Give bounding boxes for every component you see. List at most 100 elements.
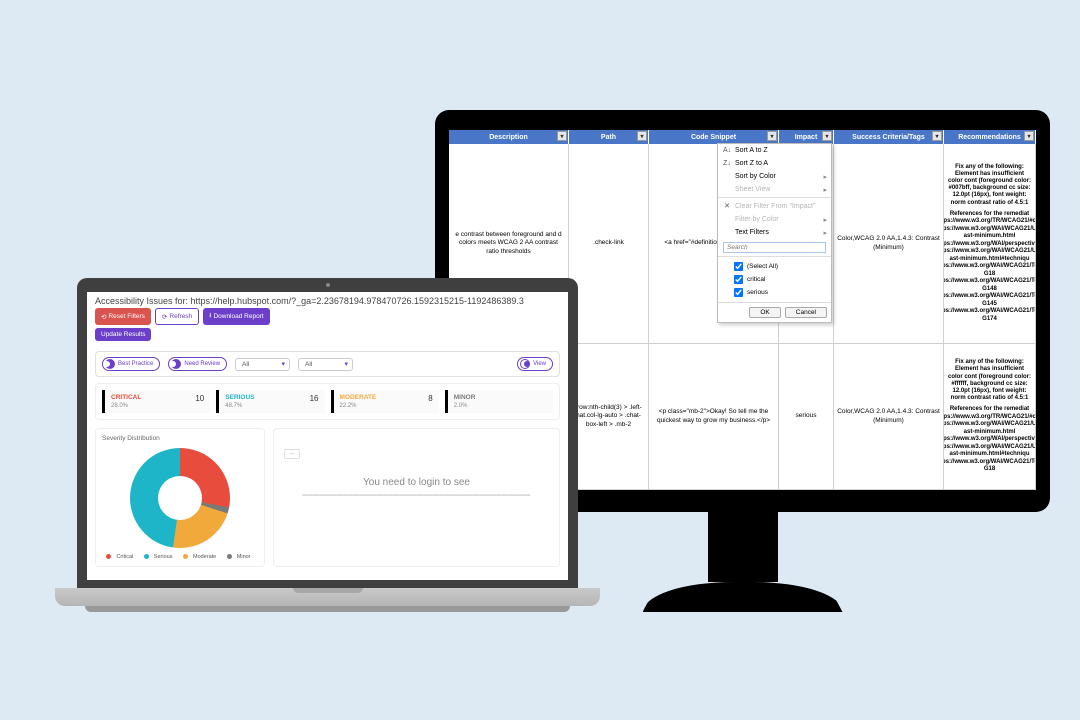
reset-icon: ⟲ [101, 313, 106, 321]
legend-critical: Critical [106, 554, 136, 560]
filter-cancel-button[interactable]: Cancel [785, 307, 827, 318]
col-header-criteria-label: Success Criteria/Tags [852, 134, 925, 141]
filter-option-critical[interactable]: critical [732, 273, 826, 286]
panel-badge: — [284, 449, 300, 459]
col-header-impact-label: Impact [795, 134, 818, 141]
cell-recommendations: Fix any of the following: Element has in… [944, 144, 1036, 343]
menu-separator [718, 197, 831, 198]
accessibility-dashboard: Accessibility Issues for: https://help.h… [87, 292, 568, 580]
laptop-foot [85, 606, 570, 612]
sort-by-color-item[interactable]: Sort by Color▸ [718, 170, 831, 183]
filter-by-color-label: Filter by Color [735, 216, 779, 223]
filter-dropdown-icon[interactable]: ▾ [822, 131, 832, 141]
cell-code: <p class="mb-2">Okay! So tell me the qui… [649, 344, 779, 489]
filter-search-row [718, 239, 831, 256]
view-toggle-label: View [533, 361, 546, 367]
filter-checkbox[interactable] [734, 288, 743, 297]
webcam-icon [326, 283, 330, 287]
sheet-view-item: Sheet View ▸ [718, 183, 831, 196]
severity-chart-panel: Severity Distribution Critical Serious M… [95, 428, 265, 567]
severity-cards: CRITICAL28.0% 10 SERIOUS48.7% 16 MODERAT… [95, 383, 560, 420]
col-header-code[interactable]: Code Snippet ▾ [649, 130, 779, 144]
best-practice-toggle[interactable]: Best Practice [102, 357, 160, 371]
sort-za-item[interactable]: Z↓Sort Z to A [718, 157, 831, 170]
card-critical[interactable]: CRITICAL28.0% 10 [102, 390, 210, 413]
col-header-recommendations-label: Recommendations [958, 134, 1021, 141]
need-review-toggle[interactable]: Need Review [168, 357, 227, 371]
refresh-label: Refresh [169, 313, 192, 320]
reset-filters-button[interactable]: ⟲Reset Filters [95, 308, 151, 325]
card-moderate[interactable]: MODERATE22.2% 8 [331, 390, 439, 413]
filter-checkbox[interactable] [734, 275, 743, 284]
refresh-icon: ⟳ [162, 313, 167, 321]
legend-moderate: Moderate [183, 554, 219, 560]
chart-title: Severity Distribution [102, 435, 258, 442]
filter-dropdown-icon[interactable]: ▾ [557, 131, 567, 141]
sheet-view-label: Sheet View [735, 186, 770, 193]
filter-dropdown-icon[interactable]: ▾ [637, 131, 647, 141]
filter-ok-button[interactable]: OK [749, 307, 780, 318]
download-label: Download Report [213, 313, 263, 320]
login-message: You need to login to see [284, 477, 549, 488]
col-header-criteria[interactable]: Success Criteria/Tags ▾ [834, 130, 944, 144]
submenu-arrow-icon: ▸ [823, 186, 827, 194]
laptop-bezel: Accessibility Issues for: https://help.h… [77, 278, 578, 588]
rec-main-text: Fix any of the following: Element has in… [947, 164, 1032, 207]
card-critical-label: CRITICAL [111, 394, 141, 401]
card-moderate-count: 8 [428, 394, 432, 403]
col-header-code-label: Code Snippet [691, 134, 736, 141]
filter-select-2[interactable]: All [298, 358, 353, 371]
refresh-button[interactable]: ⟳Refresh [155, 308, 199, 325]
login-required-panel: — You need to login to see ▬▬▬▬▬▬▬▬▬▬▬▬▬… [273, 428, 560, 567]
col-header-description[interactable]: Description ▾ [449, 130, 569, 144]
toggle-icon [520, 359, 530, 369]
clear-filter-item: ✕ Clear Filter From "Impact" [718, 199, 831, 213]
clear-filter-icon: ✕ [723, 202, 731, 210]
col-header-impact[interactable]: Impact ▾ [779, 130, 834, 144]
cell-criteria: Color,WCAG 2.0 AA,1.4.3: Contrast (Minim… [834, 344, 944, 489]
legend-dot-icon [144, 554, 149, 559]
filter-value-list: (Select All) critical serious [718, 256, 831, 302]
submenu-arrow-icon: ▸ [823, 173, 827, 181]
view-toggle[interactable]: View [517, 357, 553, 371]
toggle-icon [105, 359, 115, 369]
filter-option-serious[interactable]: serious [732, 286, 826, 299]
clear-filter-label: Clear Filter From "Impact" [735, 203, 815, 210]
column-filter-menu: A↓Sort A to Z Z↓Sort Z to A Sort by Colo… [717, 143, 832, 323]
lower-panels: Severity Distribution Critical Serious M… [95, 428, 560, 567]
filter-dropdown-icon[interactable]: ▾ [932, 131, 942, 141]
action-button-row: ⟲Reset Filters ⟳Refresh ⭳Download Report [87, 308, 568, 328]
legend-minor: Minor [227, 554, 254, 560]
filter-option-serious-label: serious [747, 289, 768, 296]
filter-search-input[interactable] [723, 242, 826, 253]
filter-checkbox[interactable] [734, 262, 743, 271]
filter-select-all-label: (Select All) [747, 263, 778, 270]
text-filters-item[interactable]: Text Filters▸ [718, 226, 831, 239]
legend-dot-icon [227, 554, 232, 559]
rec-main-text: Fix any of the following: Element has in… [947, 359, 1032, 402]
card-minor-label: MINOR [454, 394, 476, 401]
card-serious-count: 16 [310, 394, 319, 403]
reset-filters-label: Reset Filters [108, 313, 144, 320]
filter-option-critical-label: critical [747, 276, 765, 283]
card-minor[interactable]: MINOR2.0% [445, 390, 553, 413]
laptop: Accessibility Issues for: https://help.h… [55, 278, 600, 612]
filter-select-1[interactable]: All [235, 358, 290, 371]
sort-az-item[interactable]: A↓Sort A to Z [718, 144, 831, 157]
filter-bar: Best Practice Need Review All All View [95, 351, 560, 377]
filter-by-color-item: Filter by Color▸ [718, 213, 831, 226]
update-results-button[interactable]: Update Results [95, 328, 151, 341]
filter-select-all[interactable]: (Select All) [732, 260, 826, 273]
col-header-path[interactable]: Path ▾ [569, 130, 649, 144]
download-report-button[interactable]: ⭳Download Report [203, 308, 270, 325]
card-serious-pct: 48.7% [225, 403, 254, 409]
filter-dropdown-icon[interactable]: ▾ [767, 131, 777, 141]
download-icon: ⭳ [209, 311, 211, 322]
need-review-label: Need Review [184, 361, 220, 367]
chart-legend: Critical Serious Moderate Minor [102, 554, 258, 560]
panel-subtitle [284, 439, 549, 445]
filter-dropdown-icon[interactable]: ▾ [1024, 131, 1034, 141]
rec-links-text: References for the remediat https://www.… [944, 406, 1036, 474]
card-serious[interactable]: SERIOUS48.7% 16 [216, 390, 324, 413]
col-header-recommendations[interactable]: Recommendations ▾ [944, 130, 1036, 144]
